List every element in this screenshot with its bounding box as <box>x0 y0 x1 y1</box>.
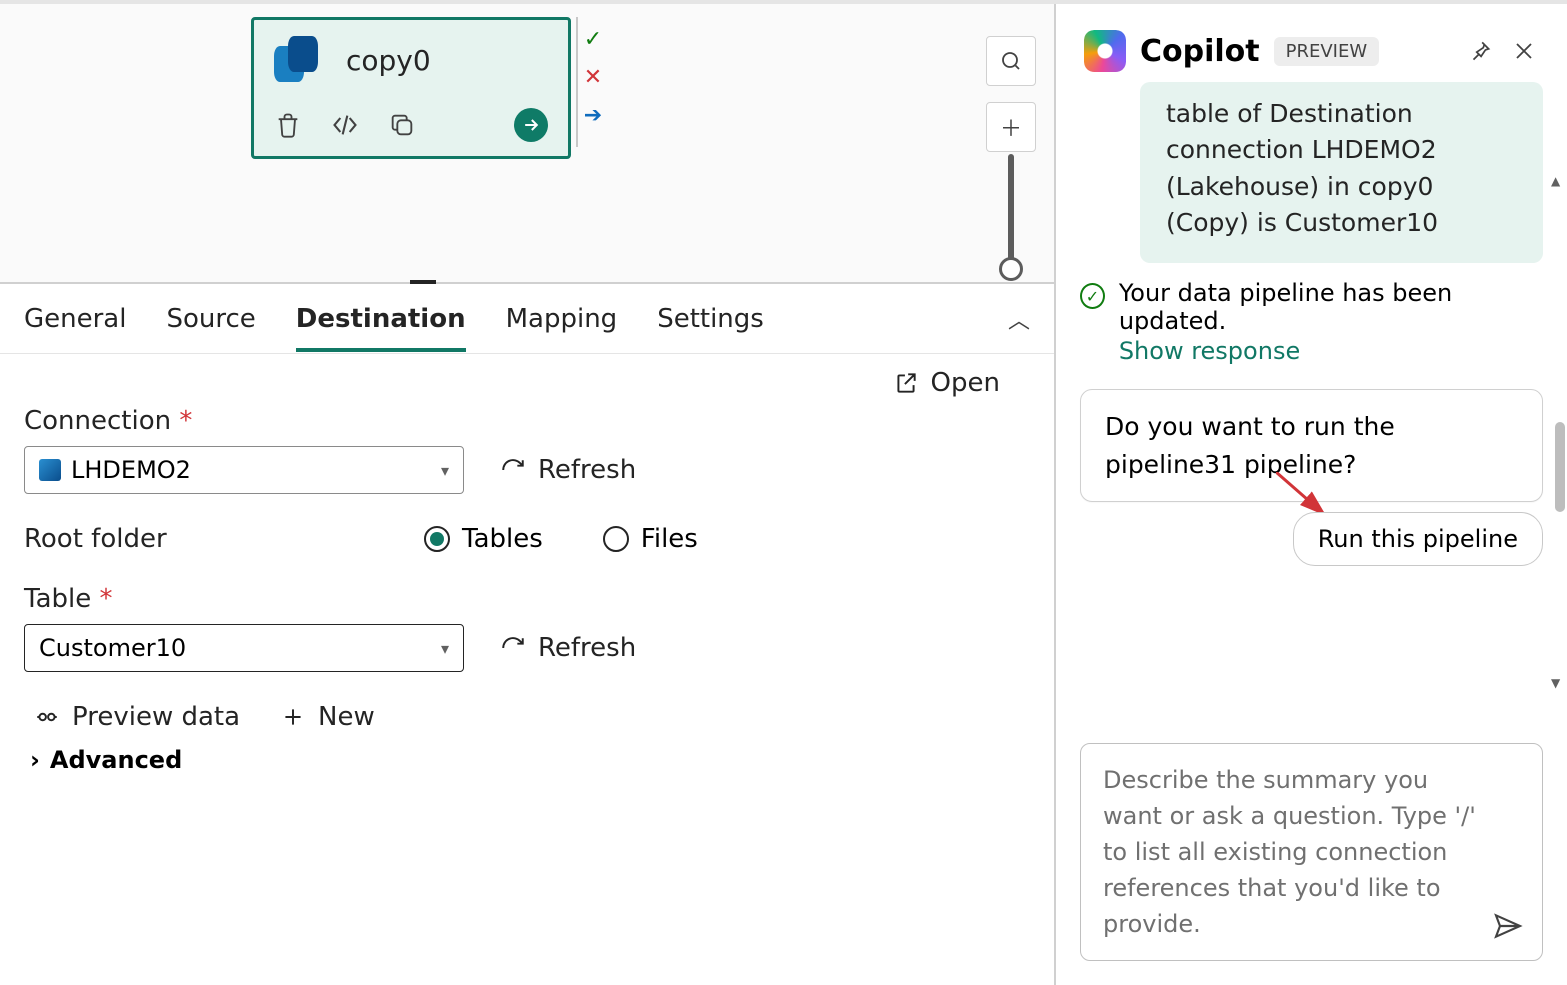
lakehouse-icon <box>39 459 61 481</box>
success-port-icon[interactable]: ✓ <box>582 29 604 51</box>
success-check-icon: ✓ <box>1080 283 1105 309</box>
zoom-slider-thumb[interactable] <box>999 257 1023 281</box>
canvas-add-button[interactable]: ＋ <box>986 102 1036 152</box>
table-value: Customer10 <box>39 634 186 662</box>
clone-icon[interactable] <box>388 111 416 139</box>
copy-activity-icon <box>274 36 322 84</box>
question-text: Do you want to run the pipeline31 pipeli… <box>1105 412 1395 479</box>
canvas-search-button[interactable] <box>986 36 1036 86</box>
root-files-label: Files <box>641 524 698 554</box>
tab-top-indicator <box>410 280 436 284</box>
fail-port-icon[interactable]: ✕ <box>582 67 604 89</box>
refresh-label: Refresh <box>538 633 636 663</box>
refresh-table-button[interactable]: Refresh <box>500 633 636 663</box>
activity-node-copy0[interactable]: copy0 <box>251 17 571 159</box>
copilot-input[interactable]: Describe the summary you want or ask a q… <box>1080 743 1543 961</box>
table-dropdown[interactable]: Customer10 ▾ <box>24 624 464 672</box>
tab-settings[interactable]: Settings <box>657 286 764 352</box>
properties-panel: Open Connection LHDEMO2 ▾ Refresh Root f… <box>0 354 1054 985</box>
activity-output-ports: ✓ ✕ ➔ <box>576 17 604 147</box>
run-activity-icon[interactable] <box>514 108 548 142</box>
new-label: New <box>318 702 375 732</box>
pipeline-canvas[interactable]: copy0 <box>0 4 1054 284</box>
copilot-scrollbar[interactable]: ▲ ▼ <box>1553 192 1565 672</box>
open-connection-button[interactable]: Open <box>893 368 1000 398</box>
connection-value: LHDEMO2 <box>71 456 191 484</box>
refresh-connection-button[interactable]: Refresh <box>500 455 636 485</box>
radio-on-icon <box>424 526 450 552</box>
root-folder-files-radio[interactable]: Files <box>603 524 698 554</box>
copilot-status: ✓ Your data pipeline has been updated. S… <box>1080 279 1543 365</box>
root-folder-tables-radio[interactable]: Tables <box>424 524 543 554</box>
send-icon[interactable] <box>1492 910 1524 946</box>
tab-general[interactable]: General <box>24 286 126 352</box>
copilot-question-bubble: Do you want to run the pipeline31 pipeli… <box>1080 389 1543 502</box>
properties-tabs: General Source Destination Mapping Setti… <box>0 284 1054 354</box>
advanced-toggle[interactable]: › Advanced <box>24 746 1030 774</box>
code-icon[interactable] <box>330 111 360 139</box>
tab-mapping[interactable]: Mapping <box>506 286 618 352</box>
run-label: Run this pipeline <box>1318 525 1518 553</box>
preview-label: Preview data <box>72 702 240 732</box>
collapse-properties-icon[interactable]: ︿ <box>1008 303 1030 335</box>
connection-label: Connection <box>24 406 192 436</box>
chevron-right-icon: › <box>30 746 40 774</box>
copilot-logo-icon <box>1084 30 1126 72</box>
chevron-down-icon: ▾ <box>441 461 449 480</box>
chevron-down-icon: ▾ <box>441 639 449 658</box>
close-icon[interactable] <box>1509 36 1539 66</box>
copilot-panel: Copilot PREVIEW table of Destination con… <box>1056 4 1567 985</box>
refresh-label: Refresh <box>538 455 636 485</box>
root-folder-label: Root folder <box>24 524 364 554</box>
copilot-input-placeholder: Describe the summary you want or ask a q… <box>1103 762 1480 942</box>
show-response-link[interactable]: Show response <box>1119 337 1543 365</box>
connection-dropdown[interactable]: LHDEMO2 ▾ <box>24 446 464 494</box>
assistant-message-text: table of Destination connection LHDEMO2 … <box>1166 99 1438 237</box>
pin-icon[interactable] <box>1465 36 1495 66</box>
zoom-slider[interactable] <box>1008 154 1014 269</box>
copilot-assistant-message: table of Destination connection LHDEMO2 … <box>1140 82 1543 263</box>
table-label: Table <box>24 584 113 614</box>
open-label: Open <box>931 368 1000 398</box>
tab-destination[interactable]: Destination <box>296 286 466 352</box>
tab-source[interactable]: Source <box>166 286 255 352</box>
preview-badge: PREVIEW <box>1274 37 1380 66</box>
activity-node-title: copy0 <box>346 44 431 77</box>
root-tables-label: Tables <box>462 524 543 554</box>
scroll-down-icon[interactable]: ▼ <box>1551 676 1560 690</box>
scroll-up-icon[interactable]: ▲ <box>1551 174 1560 188</box>
radio-off-icon <box>603 526 629 552</box>
advanced-label: Advanced <box>50 746 182 774</box>
run-pipeline-button[interactable]: Run this pipeline <box>1293 512 1543 566</box>
new-table-button[interactable]: New <box>280 702 375 732</box>
preview-data-button[interactable]: Preview data <box>34 702 240 732</box>
completion-port-icon[interactable]: ➔ <box>582 105 604 127</box>
scroll-thumb[interactable] <box>1555 422 1565 512</box>
delete-icon[interactable] <box>274 111 302 139</box>
status-text: Your data pipeline has been updated. <box>1119 279 1452 335</box>
copilot-title: Copilot <box>1140 34 1260 69</box>
